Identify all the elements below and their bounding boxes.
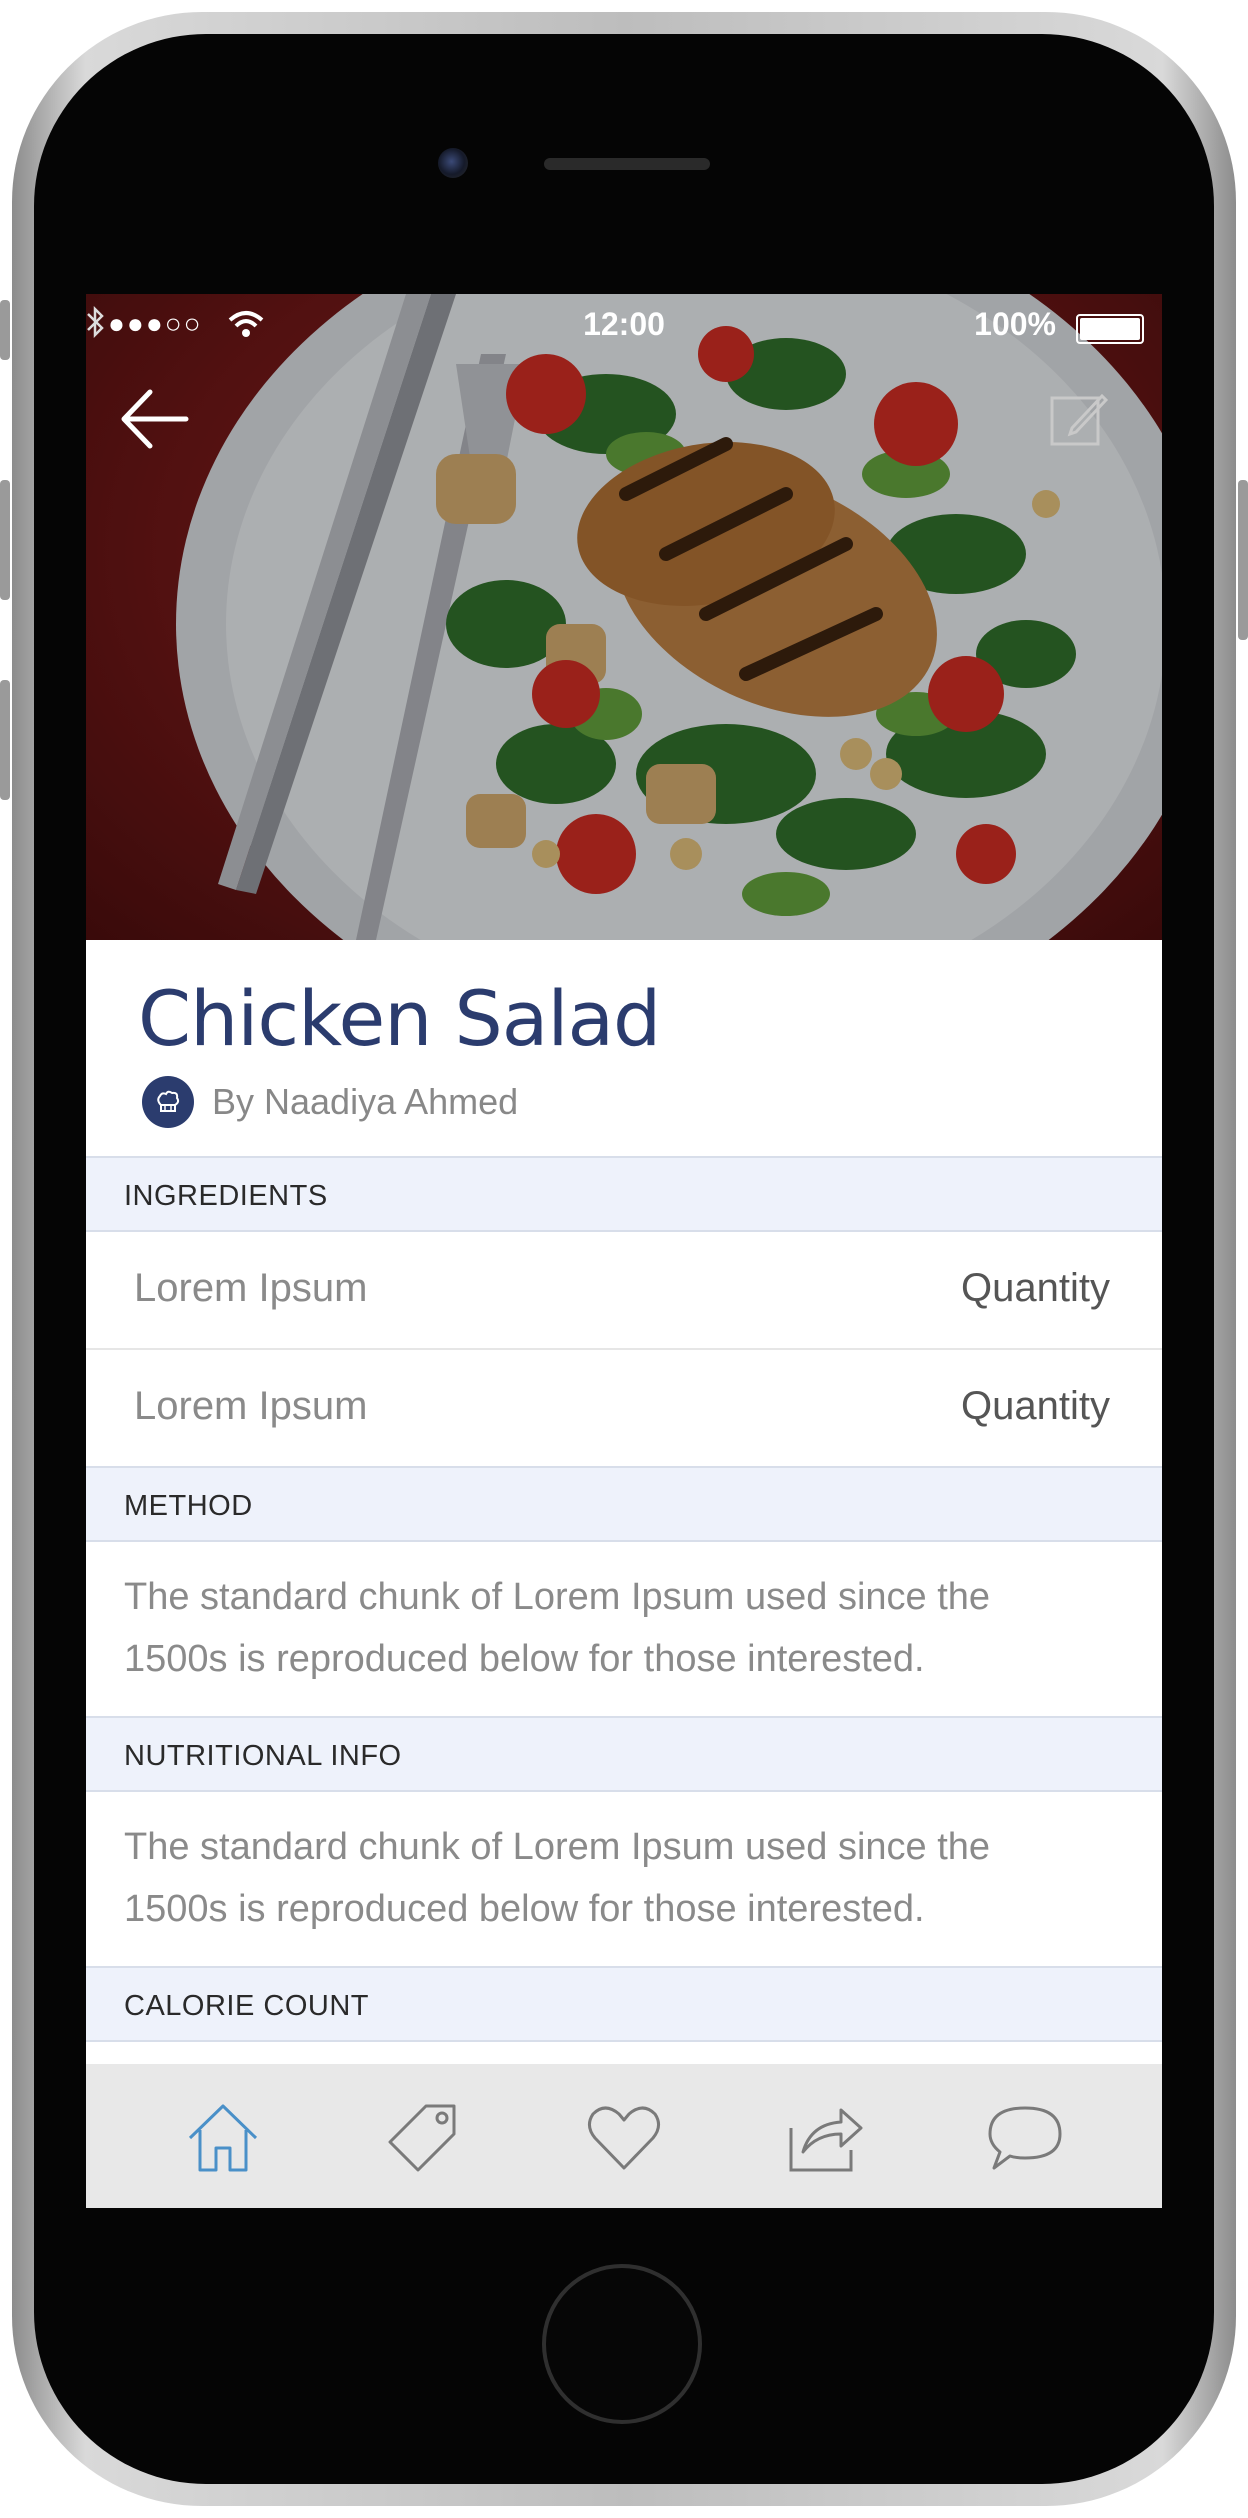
- home-icon: [188, 2104, 258, 2172]
- ingredient-row[interactable]: Lorem Ipsum Quantity: [86, 1350, 1162, 1468]
- calories-heading: CALORIE COUNT: [124, 1990, 369, 2022]
- ingredient-name: Lorem Ipsum: [134, 1266, 368, 1310]
- nutrition-heading: NUTRITIONAL INFO: [124, 1740, 402, 1772]
- app-screen: ●●●○○ 12:00 100% Chicken Salad By Naadiy…: [86, 294, 1162, 2208]
- recipe-hero-image: ●●●○○ 12:00 100%: [86, 294, 1162, 940]
- ingredient-row[interactable]: Lorem Ipsum Quantity: [86, 1232, 1162, 1350]
- ingredient-quantity: Quantity: [961, 1266, 1110, 1310]
- tag-icon: [388, 2104, 456, 2172]
- status-bar: ●●●○○ 12:00 100%: [86, 294, 1162, 354]
- method-line: 1500s is reproduced below for those inte…: [124, 1638, 925, 1680]
- ingredients-header: INGREDIENTS: [86, 1156, 1162, 1232]
- nutrition-header: NUTRITIONAL INFO: [86, 1716, 1162, 1792]
- front-camera: [438, 148, 468, 178]
- method-text: The standard chunk of Lorem Ipsum used s…: [124, 1566, 1104, 1690]
- tab-comments[interactable]: [982, 2094, 1068, 2180]
- edit-button[interactable]: [1048, 390, 1108, 450]
- chef-hat-icon: [142, 1076, 194, 1128]
- chat-icon: [988, 2106, 1062, 2170]
- mute-switch: [0, 300, 10, 360]
- earpiece-speaker: [544, 158, 710, 170]
- back-arrow-icon: [121, 389, 189, 449]
- ingredient-quantity: Quantity: [961, 1384, 1110, 1428]
- method-header: METHOD: [86, 1466, 1162, 1542]
- power-button: [1238, 480, 1248, 640]
- battery-percent: 100%: [974, 306, 1056, 342]
- ingredients-heading: INGREDIENTS: [124, 1180, 328, 1212]
- volume-up-button: [0, 480, 10, 600]
- back-button[interactable]: [116, 384, 196, 454]
- share-icon: [789, 2108, 863, 2172]
- home-button[interactable]: [542, 2264, 702, 2424]
- calories-header: CALORIE COUNT: [86, 1966, 1162, 2042]
- heart-icon: [588, 2106, 660, 2170]
- battery-icon: [1076, 314, 1144, 344]
- method-heading: METHOD: [124, 1490, 253, 1522]
- author-name: By Naadiya Ahmed: [212, 1081, 519, 1122]
- tab-tags[interactable]: [380, 2094, 466, 2180]
- food-illustration: [86, 294, 1162, 940]
- bluetooth-icon: [87, 306, 104, 338]
- tab-share[interactable]: [781, 2094, 867, 2180]
- ingredient-name: Lorem Ipsum: [134, 1384, 368, 1428]
- tab-bar: [86, 2064, 1162, 2208]
- nutrition-text: The standard chunk of Lorem Ipsum used s…: [124, 1816, 1104, 1940]
- tab-home[interactable]: [180, 2094, 266, 2180]
- nutrition-line: 1500s is reproduced below for those inte…: [124, 1888, 925, 1930]
- edit-icon: [1050, 393, 1108, 446]
- volume-down-button: [0, 680, 10, 800]
- tab-favorites[interactable]: [581, 2094, 667, 2180]
- method-line: The standard chunk of Lorem Ipsum used s…: [124, 1576, 991, 1618]
- nutrition-line: The standard chunk of Lorem Ipsum used s…: [124, 1826, 991, 1868]
- recipe-title: Chicken Salad: [138, 974, 661, 1063]
- author-row[interactable]: By Naadiya Ahmed: [142, 1074, 518, 1130]
